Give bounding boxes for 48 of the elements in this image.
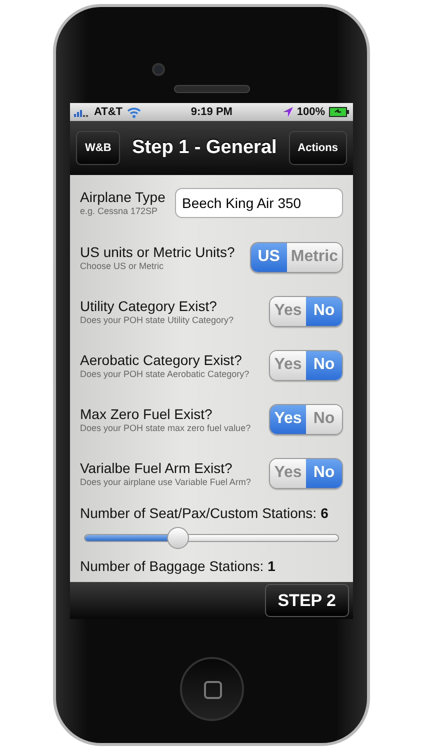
segmented-control[interactable]: Yes No	[269, 350, 343, 381]
segmented-control[interactable]: Yes No	[269, 296, 343, 327]
segment-option[interactable]: Yes	[270, 405, 306, 434]
home-icon	[204, 681, 222, 699]
location-arrow-icon	[282, 107, 293, 117]
hint-text: Does your POH state Aerobatic Category?	[80, 368, 250, 380]
field-label: Airplane Type	[80, 189, 166, 206]
segmented-control[interactable]: US Metric	[250, 242, 343, 273]
battery-icon	[329, 107, 349, 117]
hint-text: Choose US or Metric	[80, 260, 165, 272]
signal-icon	[74, 108, 90, 116]
segment-option[interactable]: Yes	[270, 459, 306, 488]
segment-option[interactable]: US	[250, 243, 287, 272]
slider-value: 6	[320, 505, 328, 522]
carrier-name: AT&T	[94, 104, 123, 120]
status-time: 9:19 PM	[190, 104, 234, 120]
segment-option[interactable]: Yes	[270, 351, 306, 380]
field-label: Aerobatic Category Exist?	[80, 352, 243, 368]
segment-option[interactable]: No	[306, 459, 342, 488]
field-label: Max Zero Fuel Exist?	[80, 406, 214, 422]
next-step-button[interactable]: STEP 2	[264, 584, 349, 618]
camera-icon	[152, 63, 165, 76]
battery-percent: 100%	[296, 104, 325, 120]
field-label: Number of Baggage Stations:	[80, 558, 264, 575]
wifi-icon	[126, 106, 141, 118]
speaker-icon	[174, 85, 250, 93]
hint-text: Does your airplane use Variable Fuel Arm?	[80, 476, 251, 488]
field-label: Varialbe Fuel Arm Exist?	[80, 460, 234, 476]
slider[interactable]	[84, 526, 339, 550]
hint-text: e.g. Cessna 172SP	[80, 206, 159, 217]
segment-option[interactable]: No	[306, 297, 342, 326]
hint-text: Does your POH state Utility Category?	[80, 314, 234, 326]
segment-option[interactable]: No	[306, 351, 342, 380]
field-label: US units or Metric Units?	[80, 244, 235, 260]
field-label: Number of Seat/Pax/Custom Stations:	[80, 505, 317, 522]
segment-option[interactable]: Yes	[270, 297, 306, 326]
screen-title: Step 1 - General	[132, 136, 277, 160]
text-field[interactable]: Beech King Air 350	[175, 188, 343, 218]
stations-value: 1	[268, 558, 276, 575]
slider-thumb[interactable]	[167, 526, 190, 549]
back-button[interactable]: W&B	[76, 130, 120, 166]
hint-text: Does your POH state max zero fuel value?	[80, 422, 251, 434]
segmented-control[interactable]: Yes No	[269, 404, 343, 435]
field-label: Utility Category Exist?	[80, 298, 218, 314]
actions-button[interactable]: Actions	[288, 130, 347, 166]
segment-option[interactable]: Metric	[286, 243, 342, 272]
segment-option[interactable]: No	[306, 405, 342, 434]
segmented-control[interactable]: Yes No	[269, 458, 343, 489]
